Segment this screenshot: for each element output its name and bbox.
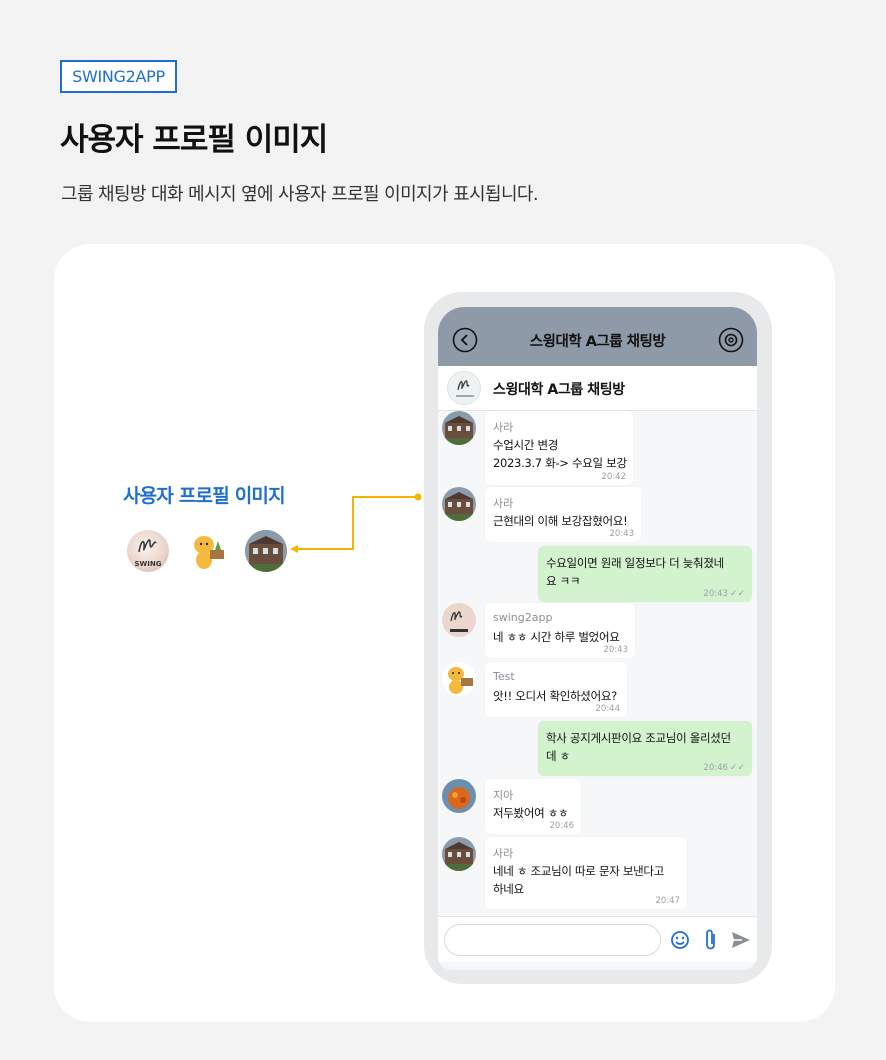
time-text: 20:42: [601, 472, 627, 482]
input-bar: [438, 916, 757, 962]
chat-topbar: 스윙대학 A그룹 채팅방: [438, 307, 757, 366]
message-text: 네네 ㅎ 조교님이 따로 문자 보낸다고 하네요: [493, 864, 664, 896]
message-bubble[interactable]: 사라근현대의 이해 보강잡혔어요! 20:43: [485, 487, 641, 542]
my-message-bubble[interactable]: 수요일이면 원래 일정보다 더 늦춰졌네 요 ㅋㅋ 20:43 ✓✓: [538, 546, 752, 602]
time-text: 20:43: [603, 645, 629, 655]
message-time: 20:47: [656, 896, 681, 906]
message-bubble[interactable]: 사라네네 ㅎ 조교님이 따로 문자 보낸다고 하네요 20:47: [485, 837, 687, 909]
message-time: 20:43: [604, 645, 629, 655]
chat-title: 스윙대학 A그룹 채팅방: [529, 334, 666, 350]
message-time: 20:43 ✓✓: [703, 589, 745, 599]
room-header: 스윙대학 A그룹 채팅방: [438, 366, 757, 411]
message-time: 20:44: [596, 704, 621, 714]
message-time: 20:46 ✓✓: [703, 763, 745, 773]
message-sender: 사라: [493, 421, 514, 434]
message-bubble[interactable]: 사라수업시간 변경 2023.3.7 화-> 수요일 보강 20:42: [485, 411, 633, 485]
send-icon[interactable]: [730, 930, 752, 950]
time-text: 20:46: [549, 821, 575, 831]
message-bubble[interactable]: Test 앗!! 오디서 확인하셨어요? 20:44: [485, 662, 627, 717]
message-sender: swing2app: [493, 611, 553, 624]
room-avatar: [447, 371, 481, 405]
message-text: 학사 공지게시판이요 조교님이 올리셨던 데 ㅎ: [546, 731, 731, 763]
message-sender: Test: [493, 670, 515, 683]
sender-avatar[interactable]: [442, 837, 476, 871]
message-bubble[interactable]: swing2app 네 ㅎㅎ 시간 하루 벌었어요 20:43: [485, 603, 635, 658]
message-text: 저두봤어여 ㅎㅎ: [493, 806, 569, 820]
message-text: 근현대의 이해 보강잡혔어요!: [493, 514, 628, 528]
settings-icon[interactable]: [718, 327, 744, 353]
message-sender: 지아: [493, 789, 514, 802]
message-input[interactable]: [444, 924, 661, 956]
emoji-icon[interactable]: [670, 930, 690, 950]
sender-avatar[interactable]: [442, 411, 476, 445]
message-time: 20:43: [610, 529, 635, 539]
sender-avatar[interactable]: [442, 487, 476, 521]
time-text: 20:47: [655, 896, 681, 906]
message-bubble[interactable]: 지아저두봤어여 ㅎㅎ 20:46: [485, 779, 581, 834]
chat-screen: 스윙대학 A그룹 채팅방 스윙대학 A그룹 채팅방 사라수업시간 변경 2023…: [438, 307, 757, 970]
sender-avatar[interactable]: [442, 779, 476, 813]
time-text: 20:44: [595, 704, 621, 714]
message-time: 20:46: [550, 821, 575, 831]
room-name: 스윙대학 A그룹 채팅방: [493, 382, 625, 398]
room-logo-icon: [456, 380, 474, 397]
time-text: 20:43: [703, 589, 728, 599]
message-text: 수요일이면 원래 일정보다 더 늦춰졌네 요 ㅋㅋ: [546, 556, 724, 588]
read-check-icon: ✓✓: [729, 763, 745, 773]
time-text: 20:46: [703, 763, 728, 773]
my-message-bubble[interactable]: 학사 공지게시판이요 조교님이 올리셨던 데 ㅎ 20:46 ✓✓: [538, 721, 752, 776]
sender-avatar[interactable]: [442, 603, 476, 637]
sender-avatar[interactable]: [442, 662, 476, 696]
message-text: 네 ㅎㅎ 시간 하루 벌었어요: [493, 630, 620, 644]
read-check-icon: ✓✓: [729, 589, 745, 599]
message-sender: 사라: [493, 497, 514, 510]
time-text: 20:43: [609, 529, 635, 539]
message-sender: 사라: [493, 847, 514, 860]
message-text: 수업시간 변경 2023.3.7 화-> 수요일 보강: [493, 438, 627, 470]
attach-icon[interactable]: [702, 928, 720, 952]
message-time: 20:42: [602, 472, 627, 482]
message-text: 앗!! 오디서 확인하셨어요?: [493, 689, 617, 703]
